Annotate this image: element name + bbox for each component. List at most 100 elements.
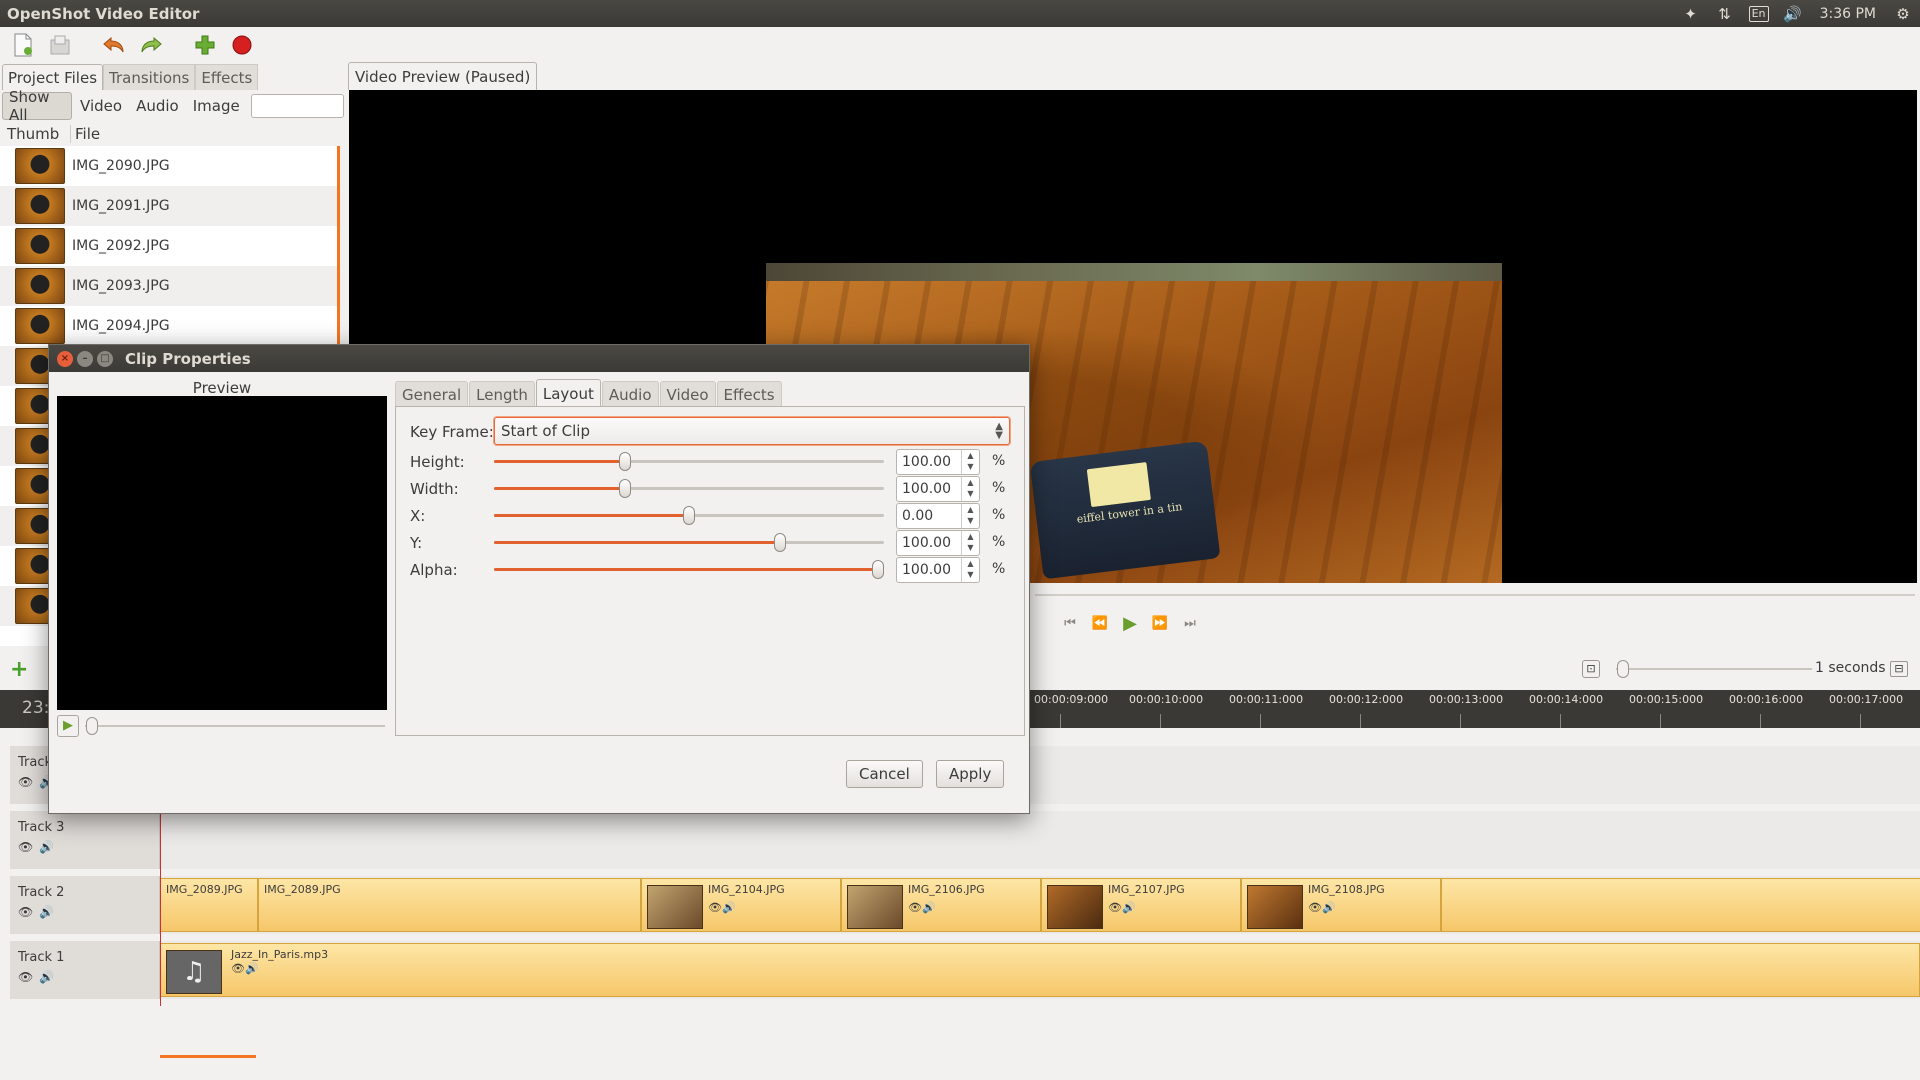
speaker-icon[interactable]: 🔊	[39, 905, 54, 919]
filter-search-input[interactable]	[250, 94, 344, 118]
add-icon[interactable]	[190, 30, 220, 60]
speaker-icon[interactable]: 🔊	[722, 901, 736, 914]
add-track-icon[interactable]: +	[10, 659, 30, 681]
speaker-icon[interactable]: 🔊	[1322, 901, 1336, 914]
list-item[interactable]: IMG_2090.JPG	[0, 146, 337, 186]
eye-icon[interactable]: 👁	[18, 905, 33, 919]
tab-transitions[interactable]: Transitions	[103, 64, 196, 90]
eye-icon[interactable]: 👁	[1308, 901, 1322, 914]
filter-audio-button[interactable]: Audio	[130, 92, 185, 120]
rewind-icon[interactable]: ⏪	[1090, 613, 1110, 633]
play-icon[interactable]: ▶	[1120, 613, 1140, 634]
y-slider[interactable]	[494, 541, 884, 544]
eye-icon[interactable]: 👁	[231, 962, 245, 975]
list-item[interactable]: IMG_2093.JPG	[0, 266, 337, 306]
zoom-slider-handle[interactable]	[1617, 660, 1629, 678]
width-spin-input[interactable]: 100.00 ▲ ▼	[896, 476, 980, 502]
tab-project-files[interactable]: Project Files	[2, 64, 104, 90]
clip-preview-scrubber[interactable]	[85, 725, 385, 727]
alpha-spin-input[interactable]: 100.00 ▲ ▼	[896, 557, 980, 583]
tab-general[interactable]: General	[395, 381, 469, 407]
zoom-in-icon[interactable]: ⊟	[1890, 661, 1908, 677]
height-slider[interactable]	[494, 460, 884, 463]
eye-icon[interactable]: 👁	[18, 970, 33, 984]
clip[interactable]	[1441, 878, 1920, 932]
list-item[interactable]: IMG_2094.JPG	[0, 306, 337, 346]
y-slider-handle[interactable]	[773, 533, 786, 552]
zoom-slider[interactable]	[1616, 668, 1812, 670]
cancel-button[interactable]: Cancel	[846, 760, 923, 788]
track-body[interactable]	[160, 811, 1920, 869]
gear-icon[interactable]: ⚙	[1886, 0, 1920, 27]
speaker-icon[interactable]: 🔊	[245, 962, 259, 975]
track[interactable]: Track 1 👁 🔊 ♫ Jazz_In_Paris.mp3 👁🔊	[10, 941, 1920, 999]
clip[interactable]: IMG_2107.JPG 👁🔊	[1041, 878, 1241, 932]
alpha-slider[interactable]	[494, 568, 884, 571]
timeline-scrollbar[interactable]	[160, 1055, 256, 1058]
dropbox-icon[interactable]: ✦	[1674, 0, 1708, 27]
minimize-icon[interactable]: –	[77, 350, 93, 367]
zoom-out-icon[interactable]: ⊡	[1582, 660, 1600, 678]
eye-icon[interactable]: 👁	[1108, 901, 1122, 914]
keyboard-layout-indicator[interactable]: En	[1742, 0, 1776, 27]
clip[interactable]: IMG_2106.JPG 👁🔊	[841, 878, 1041, 932]
height-slider-handle[interactable]	[618, 452, 631, 471]
column-thumb[interactable]: Thumb	[0, 125, 70, 143]
tab-layout[interactable]: Layout	[535, 379, 601, 407]
column-file[interactable]: File	[70, 125, 100, 143]
tab-audio[interactable]: Audio	[601, 381, 659, 407]
eye-icon[interactable]: 👁	[908, 901, 922, 914]
clip[interactable]: IMG_2108.JPG 👁🔊	[1241, 878, 1441, 932]
y-spin-input[interactable]: 100.00 ▲ ▼	[896, 530, 980, 556]
clip[interactable]: IMG_2089.JPG	[258, 878, 641, 932]
eye-icon[interactable]: 👁	[18, 840, 33, 854]
filter-video-button[interactable]: Video	[74, 92, 128, 120]
redo-icon[interactable]	[136, 30, 166, 60]
track-body[interactable]: ♫ Jazz_In_Paris.mp3 👁🔊	[160, 941, 1920, 999]
record-icon[interactable]	[227, 30, 257, 60]
volume-icon[interactable]: 🔊	[1776, 0, 1810, 27]
eye-icon[interactable]: 👁	[708, 901, 722, 914]
maximize-icon[interactable]: □	[97, 350, 113, 367]
preview-seek-bar[interactable]	[1035, 594, 1915, 596]
jump-start-icon[interactable]: ⏮	[1060, 613, 1080, 633]
height-spin-input[interactable]: 100.00 ▲ ▼	[896, 449, 980, 475]
filter-show-all-button[interactable]: Show All	[2, 88, 73, 124]
speaker-icon[interactable]: 🔊	[39, 840, 54, 854]
width-slider-handle[interactable]	[618, 479, 631, 498]
tab-length[interactable]: Length	[469, 381, 535, 407]
clip[interactable]: IMG_2104.JPG 👁🔊	[641, 878, 841, 932]
keyframe-select[interactable]: Start of Clip ▲ ▼	[494, 417, 1010, 445]
x-slider-handle[interactable]	[683, 506, 695, 525]
clip-preview-scrubber-handle[interactable]	[86, 717, 98, 735]
filter-image-button[interactable]: Image	[187, 92, 246, 120]
clip[interactable]: ♫ Jazz_In_Paris.mp3 👁🔊	[160, 943, 1920, 997]
track[interactable]: Track 3 👁 🔊	[10, 811, 1920, 869]
new-project-icon[interactable]	[8, 30, 38, 60]
track[interactable]: Track 2 👁 🔊 IMG_2089.JPG IMG_2089.JPG IMG…	[10, 876, 1920, 934]
list-item[interactable]: IMG_2092.JPG	[0, 226, 337, 266]
play-icon[interactable]: ▶	[57, 715, 79, 737]
save-icon[interactable]	[45, 30, 75, 60]
track-body[interactable]: IMG_2089.JPG IMG_2089.JPG IMG_2104.JPG 👁…	[160, 876, 1920, 934]
jump-end-icon[interactable]: ⏭	[1180, 613, 1200, 633]
tab-video-preview[interactable]: Video Preview (Paused)	[348, 62, 538, 90]
tab-effects[interactable]: Effects	[716, 381, 782, 407]
tab-effects[interactable]: Effects	[195, 64, 259, 90]
close-icon[interactable]: ×	[57, 350, 73, 367]
network-icon[interactable]: ⇅	[1708, 0, 1742, 27]
speaker-icon[interactable]: 🔊	[922, 901, 936, 914]
dialog-titlebar[interactable]: × – □ Clip Properties	[49, 345, 1029, 372]
alpha-slider-handle[interactable]	[872, 560, 884, 579]
speaker-icon[interactable]: 🔊	[1122, 901, 1136, 914]
clock[interactable]: 3:36 PM	[1810, 0, 1886, 27]
list-item[interactable]: IMG_2091.JPG	[0, 186, 337, 226]
x-spin-input[interactable]: 0.00 ▲ ▼	[896, 503, 980, 529]
width-slider[interactable]	[494, 487, 884, 490]
eye-icon[interactable]: 👁	[18, 775, 33, 789]
fast-forward-icon[interactable]: ⏩	[1150, 613, 1170, 633]
tab-video[interactable]: Video	[659, 381, 716, 407]
apply-button[interactable]: Apply	[936, 760, 1005, 788]
undo-icon[interactable]	[99, 30, 129, 60]
clip[interactable]: IMG_2089.JPG	[160, 878, 258, 932]
